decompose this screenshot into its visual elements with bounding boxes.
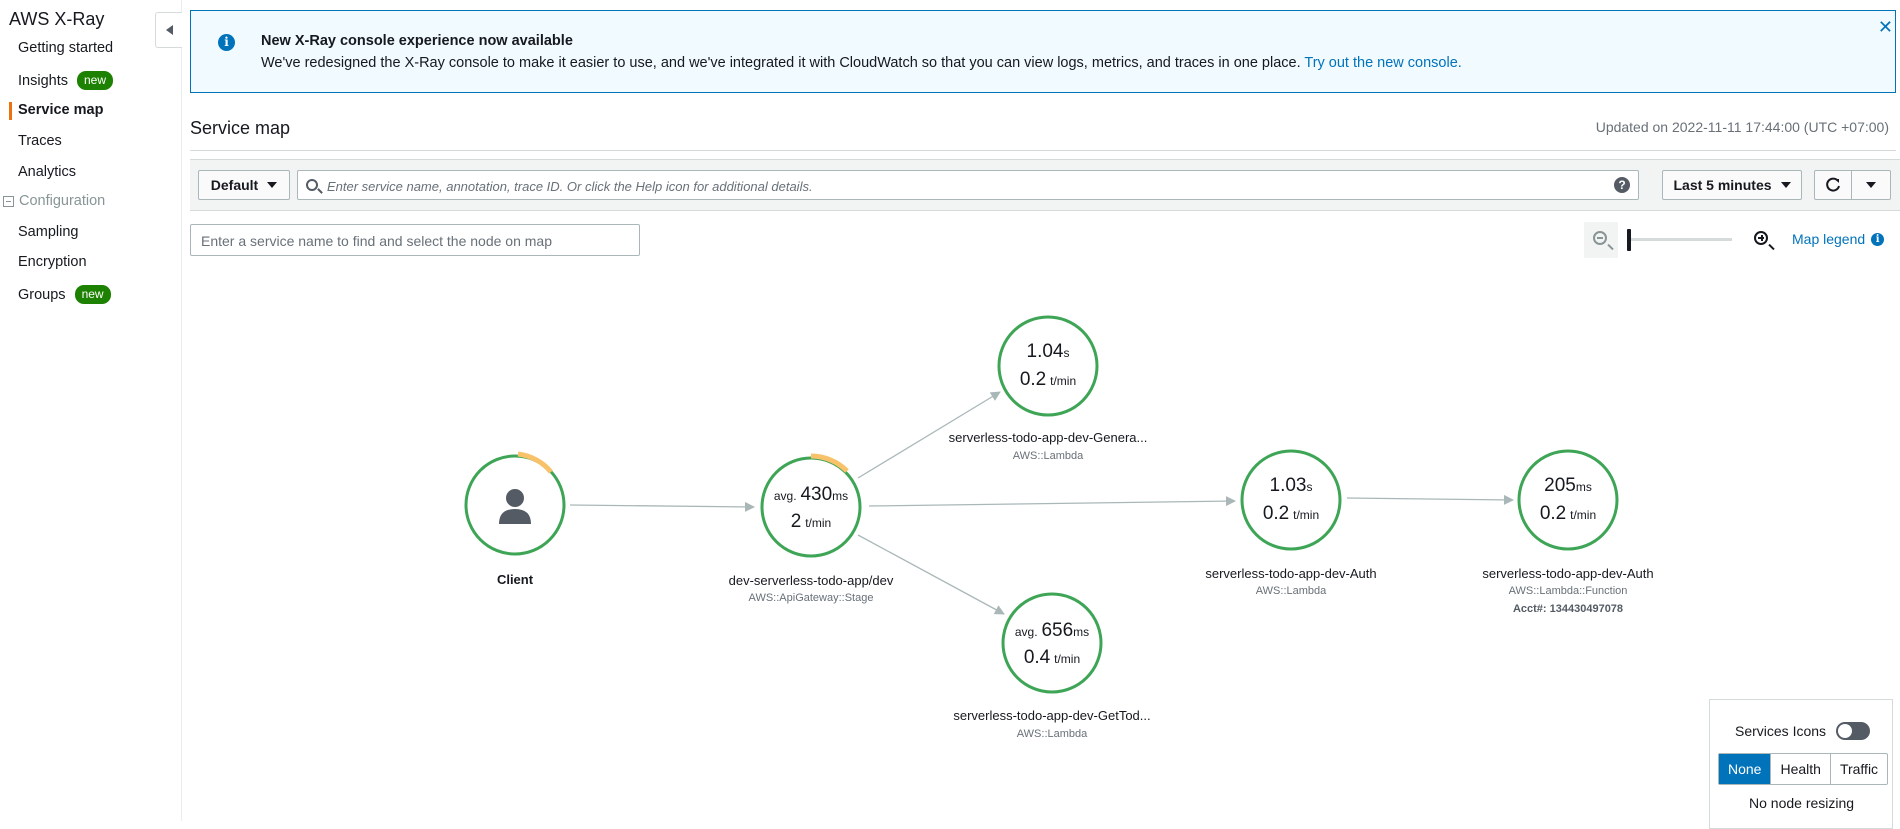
services-icons-toggle[interactable] <box>1836 722 1870 740</box>
latency-unit: ms <box>1073 625 1090 639</box>
node-gettodo-name: serverless-todo-app-dev-GetTod... <box>953 708 1151 723</box>
rate-unit: t/min <box>1570 508 1597 522</box>
node-apigw-type: AWS::ApiGateway::Stage <box>748 592 874 604</box>
node-auth-function-latency: 205ms <box>1518 475 1618 497</box>
latency-value: 430 <box>800 484 833 505</box>
node-gettodo-rate: 0.4 t/min <box>1002 647 1102 669</box>
latency-value: 205 <box>1544 475 1576 496</box>
node-auth-name: serverless-todo-app-dev-Auth <box>1205 566 1377 581</box>
node-auth-function-rate: 0.2 t/min <box>1518 503 1618 525</box>
latency-unit: ms <box>832 489 849 503</box>
service-map-canvas[interactable] <box>0 0 1900 821</box>
node-client[interactable] <box>464 451 566 556</box>
rate-value: 0.2 <box>1539 503 1567 524</box>
node-generate-latency: 1.04s <box>998 341 1098 363</box>
node-apigw-latency: avg. 430ms <box>761 484 861 506</box>
latency-value: 656 <box>1041 620 1074 641</box>
node-auth-function-type: AWS::Lambda::Function <box>1508 585 1628 597</box>
rate-unit: t/min <box>1050 374 1077 388</box>
node-auth-rate: 0.2 t/min <box>1241 503 1341 525</box>
resize-traffic-button[interactable]: Traffic <box>1829 754 1887 784</box>
latency-unit: s <box>1306 480 1313 494</box>
latency-value: 1.03 <box>1269 475 1307 496</box>
rate-unit: t/min <box>1293 508 1320 522</box>
edge-apigw-auth[interactable] <box>868 496 1236 507</box>
latency-unit: s <box>1063 346 1070 360</box>
avg-prefix: avg. <box>773 489 797 503</box>
resize-status-text: No node resizing <box>1749 795 1855 811</box>
node-auth-function-account: Acct#: 134430497078 <box>1512 603 1624 615</box>
latency-unit: ms <box>1575 480 1592 494</box>
node-apigw[interactable] <box>760 453 862 558</box>
node-generate-type: AWS::Lambda <box>1012 450 1084 462</box>
avg-prefix: avg. <box>1014 625 1038 639</box>
rate-value: 0.2 <box>1019 369 1047 390</box>
node-generate-name: serverless-todo-app-dev-Genera... <box>948 430 1148 445</box>
resize-none-button[interactable]: None <box>1719 754 1771 784</box>
node-auth-function-name: serverless-todo-app-dev-Auth <box>1482 566 1654 581</box>
rate-unit: t/min <box>805 516 832 530</box>
edge-client-apigw[interactable] <box>569 501 755 512</box>
node-generate-rate: 0.2 t/min <box>998 369 1098 391</box>
node-gettodo-latency: avg. 656ms <box>1002 620 1102 642</box>
latency-value: 1.04 <box>1026 341 1064 362</box>
map-options-panel: Services Icons None Health Traffic No no… <box>1709 699 1893 829</box>
services-icons-label: Services Icons <box>1735 723 1827 739</box>
node-generate[interactable] <box>997 315 1099 417</box>
node-auth[interactable] <box>1240 449 1342 551</box>
node-apigw-rate: 2 t/min <box>761 511 861 533</box>
user-icon <box>506 489 524 507</box>
node-auth-type: AWS::Lambda <box>1255 585 1327 597</box>
rate-value: 0.2 <box>1262 503 1290 524</box>
rate-value: 0.4 <box>1023 647 1051 668</box>
resize-health-button[interactable]: Health <box>1770 754 1829 784</box>
node-gettodo[interactable] <box>1001 592 1103 694</box>
node-resize-segmented-control: None Health Traffic <box>1718 753 1889 785</box>
node-auth-latency: 1.03s <box>1241 475 1341 497</box>
rate-value: 2 <box>790 511 802 532</box>
node-client-name: Client <box>496 572 534 587</box>
node-auth-function[interactable] <box>1517 449 1619 551</box>
rate-unit: t/min <box>1054 652 1081 666</box>
node-gettodo-type: AWS::Lambda <box>1016 728 1088 740</box>
node-apigw-name: dev-serverless-todo-app/dev <box>728 573 894 588</box>
edge-auth-authfn[interactable] <box>1346 494 1514 505</box>
